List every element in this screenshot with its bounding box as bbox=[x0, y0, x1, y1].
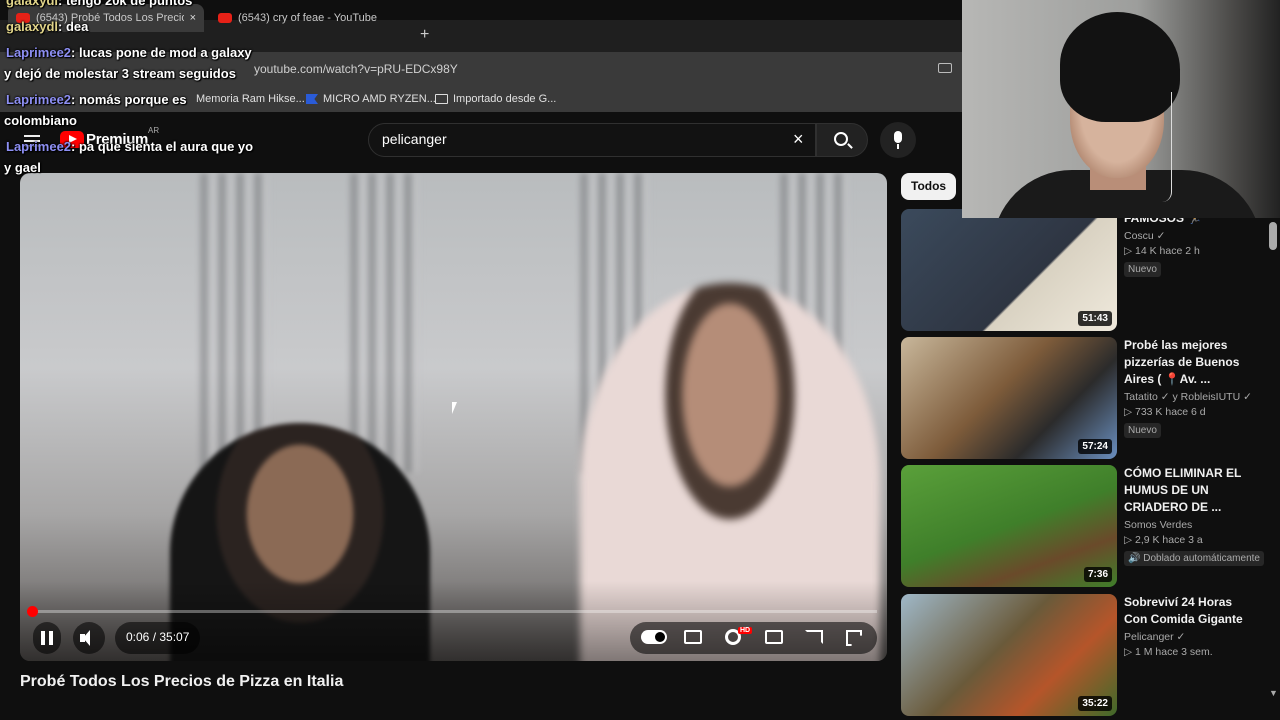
video-thumbnail[interactable]: 51:43 bbox=[901, 209, 1117, 331]
chat-line: y gael bbox=[4, 160, 41, 175]
mouse-cursor-icon bbox=[452, 402, 457, 414]
webcam-overlay bbox=[962, 0, 1280, 218]
new-badge: Nuevo bbox=[1124, 262, 1161, 277]
chat-message: : nomás porque es bbox=[71, 92, 187, 107]
screen: (6543) Probé Todos Los Precio × (6543) c… bbox=[0, 0, 1280, 720]
bookmark-label: Importado desde G... bbox=[453, 93, 557, 105]
chat-message: : pa que sienta el aura que yo bbox=[71, 139, 254, 154]
chat-message: y gael bbox=[4, 160, 41, 175]
folder-icon bbox=[435, 94, 448, 104]
region-code: AR bbox=[148, 126, 160, 135]
video-player[interactable] bbox=[20, 173, 887, 661]
clear-search-button[interactable]: × bbox=[793, 129, 804, 150]
chat-line: y dejó de molestar 3 stream seguidos bbox=[4, 66, 236, 81]
tab-title: (6543) cry of feae - YouTube bbox=[238, 12, 378, 24]
bookmark-item[interactable]: Memoria Ram Hikse... bbox=[196, 93, 305, 105]
related-title[interactable]: CÓMO ELIMINAR EL HUMUS DE UN CRIADERO DE… bbox=[1124, 465, 1252, 516]
video-thumbnail[interactable]: 7:36 bbox=[901, 465, 1117, 587]
new-badge: Nuevo bbox=[1124, 423, 1161, 438]
chat-line: colombiano bbox=[4, 113, 77, 128]
tab-close-icon[interactable]: × bbox=[190, 12, 196, 24]
scrubber-handle[interactable] bbox=[27, 606, 38, 617]
view-stats: ▷ 1 M hace 3 sem. bbox=[1124, 646, 1213, 658]
voice-search-mic-icon[interactable] bbox=[880, 122, 916, 158]
volume-icon[interactable] bbox=[80, 630, 98, 646]
chat-message: y dejó de molestar 3 stream seguidos bbox=[4, 66, 236, 81]
chat-username: galaxydl bbox=[6, 19, 59, 34]
search-icon bbox=[834, 132, 848, 146]
chat-message: : lucas pone de mod a galaxy bbox=[71, 45, 252, 60]
duration-badge: 57:24 bbox=[1078, 439, 1112, 454]
time-display: 0:06 / 35:07 bbox=[126, 630, 190, 644]
chat-username: Laprimee2 bbox=[6, 45, 72, 60]
channel-name[interactable]: Tatatito ✓ y RobleisIUTU ✓ bbox=[1124, 391, 1252, 403]
earphone-wire bbox=[1158, 92, 1172, 202]
chat-line: Laprimee2: pa que sienta el aura que yo bbox=[6, 139, 253, 154]
video-thumbnail[interactable]: 57:24 bbox=[901, 337, 1117, 459]
progress-bar[interactable] bbox=[32, 610, 877, 613]
search-button[interactable] bbox=[816, 123, 868, 157]
dubbed-badge: 🔊 Doblado automáticamente bbox=[1124, 551, 1264, 566]
chat-message: colombiano bbox=[4, 113, 77, 128]
theater-mode-icon[interactable] bbox=[765, 630, 783, 644]
video-meta: Probé las mejores pizzerías de Buenos Ai… bbox=[1124, 337, 1252, 438]
video-thumbnail[interactable]: 35:22 bbox=[901, 594, 1117, 716]
filter-chip-todos[interactable]: Todos bbox=[901, 173, 957, 200]
duration-badge: 7:36 bbox=[1083, 567, 1112, 582]
search-input[interactable] bbox=[382, 131, 762, 147]
new-tab-button[interactable]: + bbox=[420, 26, 429, 44]
autoplay-toggle[interactable] bbox=[641, 630, 667, 644]
bookmark-label: Memoria Ram Hikse... bbox=[196, 93, 305, 105]
right-controls-pill bbox=[630, 622, 877, 654]
chat-message: : dea bbox=[58, 19, 89, 34]
bookmark-label: MICRO AMD RYZEN... bbox=[323, 93, 436, 105]
scroll-down-icon[interactable]: ▼ bbox=[1269, 688, 1278, 698]
related-video-card[interactable]: 51:43 FAMOSOS 🏃 Coscu ✓ ▷ 14 K hace 2 h … bbox=[901, 209, 1280, 331]
chat-line: galaxydl: tengo 20k de puntos bbox=[6, 0, 192, 8]
tab-inactive[interactable]: (6543) cry of feae - YouTube bbox=[210, 4, 410, 32]
video-meta: CÓMO ELIMINAR EL HUMUS DE UN CRIADERO DE… bbox=[1124, 465, 1264, 566]
chat-message: : tengo 20k de puntos bbox=[58, 0, 193, 8]
duration-badge: 35:22 bbox=[1078, 696, 1112, 711]
install-app-icon[interactable] bbox=[938, 63, 952, 73]
related-video-card[interactable]: 57:24 Probé las mejores pizzerías de Bue… bbox=[901, 337, 1280, 459]
hd-badge: HD bbox=[738, 627, 753, 634]
video-meta: Sobreviví 24 Horas Con Comida Gigante Pe… bbox=[1124, 594, 1252, 658]
cathedral-window bbox=[350, 173, 420, 473]
view-stats: ▷ 14 K hace 2 h bbox=[1124, 245, 1200, 257]
chat-line: Laprimee2: nomás porque es bbox=[6, 92, 187, 107]
youtube-favicon-icon bbox=[218, 13, 232, 23]
channel-name[interactable]: Pelicanger ✓ bbox=[1124, 631, 1252, 643]
chat-username: Laprimee2 bbox=[6, 92, 72, 107]
pause-button[interactable] bbox=[33, 622, 61, 654]
subtitles-icon[interactable] bbox=[684, 630, 702, 644]
sidebar-scrollbar[interactable] bbox=[1269, 222, 1277, 250]
channel-name[interactable]: Somos Verdes bbox=[1124, 519, 1252, 531]
chat-username: galaxydl bbox=[6, 0, 59, 8]
bookmark-item[interactable]: MICRO AMD RYZEN... bbox=[306, 93, 436, 105]
related-title[interactable]: Sobreviví 24 Horas Con Comida Gigante bbox=[1124, 594, 1252, 628]
video-meta: FAMOSOS 🏃 Coscu ✓ ▷ 14 K hace 2 h Nuevo bbox=[1124, 210, 1252, 277]
channel-name[interactable]: Coscu ✓ bbox=[1124, 230, 1252, 242]
duration-badge: 51:43 bbox=[1078, 311, 1112, 326]
chat-line: Laprimee2: lucas pone de mod a galaxy bbox=[6, 45, 252, 60]
view-stats: ▷ 2,9 K hace 3 a bbox=[1124, 534, 1203, 546]
related-title[interactable]: Probé las mejores pizzerías de Buenos Ai… bbox=[1124, 337, 1252, 388]
video-title: Probé Todos Los Precios de Pizza en Ital… bbox=[20, 673, 344, 690]
cathedral-window bbox=[200, 173, 270, 473]
related-video-card[interactable]: 7:36 CÓMO ELIMINAR EL HUMUS DE UN CRIADE… bbox=[901, 465, 1280, 587]
url-field[interactable]: youtube.com/watch?v=pRU-EDCx98Y bbox=[254, 62, 458, 76]
cast-icon[interactable] bbox=[805, 630, 823, 644]
bookmark-favicon-icon bbox=[306, 94, 318, 104]
related-video-card[interactable]: 35:22 Sobreviví 24 Horas Con Comida Giga… bbox=[901, 594, 1280, 716]
chat-line: galaxydl: dea bbox=[6, 19, 88, 34]
bookmark-folder[interactable]: Importado desde G... bbox=[435, 93, 556, 105]
chat-username: Laprimee2 bbox=[6, 139, 72, 154]
view-stats: ▷ 733 K hace 6 d bbox=[1124, 406, 1206, 418]
